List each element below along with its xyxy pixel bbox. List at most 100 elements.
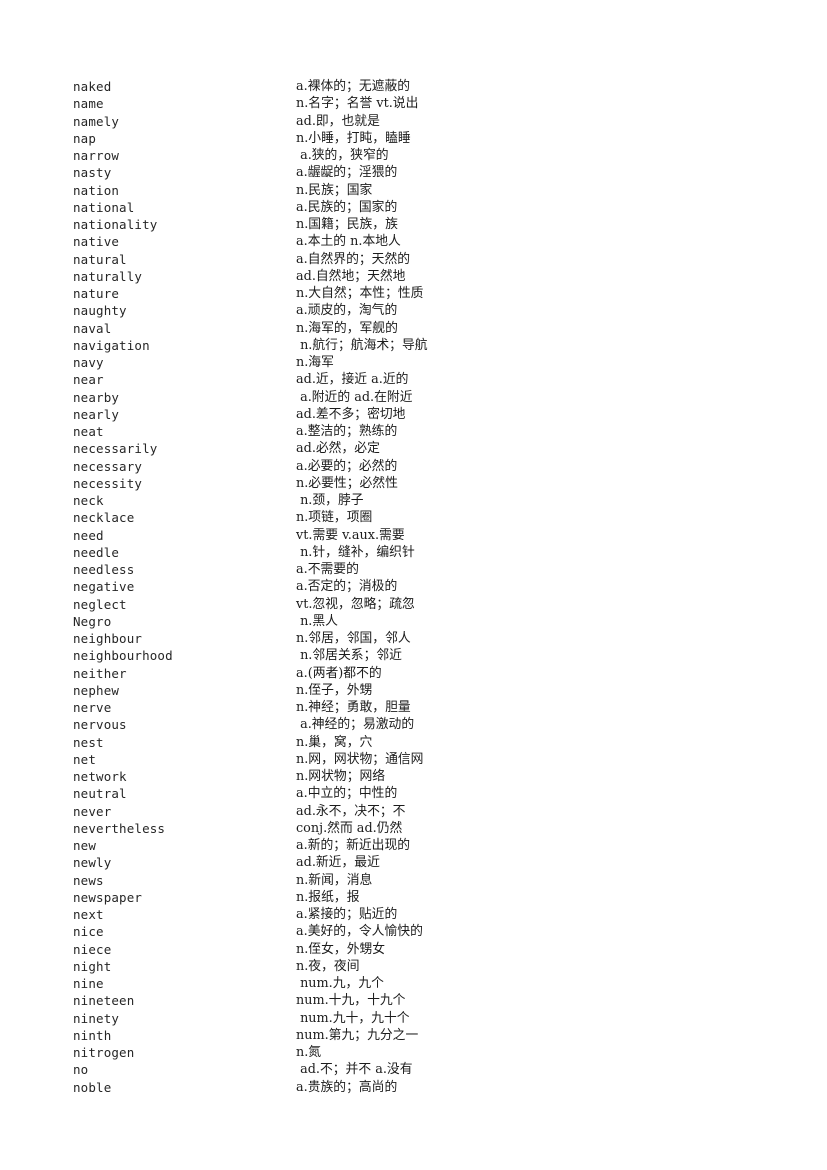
vocabulary-entry-row: nationality n.国籍；民族，族	[0, 216, 827, 233]
vocabulary-entry-row: newspaper n.报纸，报	[0, 889, 827, 906]
entry-word: nationality	[73, 217, 158, 232]
entry-definition: n.氮	[296, 1045, 322, 1060]
entry-word: neutral	[73, 786, 127, 802]
vocabulary-entry-row: navigation n.航行；航海术；导航	[0, 337, 827, 354]
entry-word: navigation	[73, 337, 150, 353]
entry-word: network	[73, 769, 127, 784]
entry-definition: a.龌龊的；淫猥的	[296, 165, 398, 181]
vocabulary-entry-row: near ad.近，接近 a.近的	[0, 371, 827, 388]
entry-definition: a.贵族的；高尚的	[296, 1079, 398, 1095]
entry-word: next	[73, 907, 104, 922]
entry-word: need	[73, 527, 104, 543]
vocabulary-entry-row: needless a.不需要的	[0, 561, 827, 578]
entry-definition: n.侄女，外甥女	[296, 941, 386, 957]
entry-definition: n.网状物；网络	[296, 769, 386, 784]
entry-word: near	[73, 372, 104, 388]
vocabulary-entry-row: naked a.裸体的；无遮蔽的	[0, 78, 827, 95]
entry-definition: n.网，网状物；通信网	[296, 751, 424, 767]
entry-definition: n.航行；航海术；导航	[296, 337, 428, 353]
vocabulary-entry-row: nature n.大自然；本性；性质	[0, 285, 827, 302]
entry-definition: a.中立的；中性的	[296, 786, 398, 802]
vocabulary-entry-row: nearby a.附近的 ad.在附近	[0, 389, 827, 406]
vocabulary-entry-row: Negro n.黑人	[0, 613, 827, 630]
vocabulary-entry-row: niece n.侄女，外甥女	[0, 941, 827, 958]
vocabulary-entry-row: never ad.永不，决不；不	[0, 803, 827, 820]
vocabulary-entry-row: nevertheless conj.然而 ad.仍然	[0, 820, 827, 837]
entry-word: net	[73, 751, 97, 767]
entry-word: nerve	[73, 700, 112, 715]
vocabulary-entry-row: national a.民族的；国家的	[0, 199, 827, 216]
entry-word: nation	[73, 182, 120, 198]
entry-definition: a.紧接的；贴近的	[296, 907, 398, 922]
entry-definition: a.裸体的；无遮蔽的	[296, 79, 411, 94]
vocabulary-entry-row: nervous a.神经的；易激动的	[0, 716, 827, 733]
entry-word: newly	[73, 855, 112, 871]
entry-word: ninth	[73, 1027, 112, 1043]
vocabulary-entry-row: namely ad.即，也就是	[0, 113, 827, 130]
vocabulary-entry-row: night n.夜，夜间	[0, 958, 827, 975]
vocabulary-entry-row: necklace n.项链，项圈	[0, 509, 827, 526]
entry-definition: a.民族的；国家的	[296, 199, 398, 215]
vocabulary-entry-row: nineteen num.十九，十九个	[0, 992, 827, 1009]
vocabulary-entry-row: neutral a.中立的；中性的	[0, 785, 827, 802]
entry-word: naturally	[73, 268, 143, 284]
entry-word: neighbour	[73, 631, 143, 646]
entry-word: news	[73, 872, 104, 888]
vocabulary-entry-row: necessity n.必要性；必然性	[0, 475, 827, 492]
entry-definition: a.狭的，狭窄的	[296, 148, 389, 163]
entry-word: naked	[73, 79, 112, 94]
entry-definition: a.必要的；必然的	[296, 458, 398, 474]
entry-word: name	[73, 96, 104, 112]
entry-definition: a.不需要的	[296, 562, 359, 577]
entry-word: Negro	[73, 613, 112, 629]
entry-word: nature	[73, 286, 120, 301]
entry-definition: n.神经；勇敢，胆量	[296, 700, 411, 715]
entry-word: national	[73, 199, 135, 215]
entry-word: needle	[73, 544, 120, 560]
vocabulary-entry-row: need vt.需要 v.aux.需要	[0, 527, 827, 544]
vocabulary-entry-row: nap n.小睡，打盹，瞌睡	[0, 130, 827, 147]
entry-definition: n.颈，脖子	[296, 493, 364, 508]
entry-definition: conj.然而 ad.仍然	[296, 820, 403, 836]
entry-word: nap	[73, 130, 97, 146]
entry-definition: a.神经的；易激动的	[296, 717, 415, 733]
entry-word: neat	[73, 424, 104, 439]
entry-word: ninety	[73, 1010, 120, 1026]
entry-word: native	[73, 234, 120, 250]
entry-definition: n.海军的，军舰的	[296, 320, 398, 336]
entry-definition: n.新闻，消息	[296, 872, 373, 888]
entry-definition: n.大自然；本性；性质	[296, 286, 424, 301]
entry-word: needless	[73, 562, 135, 577]
vocabulary-entry-row: nine num.九，九个	[0, 975, 827, 992]
entry-definition: a.(两者)都不的	[296, 665, 382, 681]
entry-word: new	[73, 838, 97, 853]
vocabulary-entry-row: native a.本土的 n.本地人	[0, 233, 827, 250]
entry-word: namely	[73, 113, 120, 129]
vocabulary-entry-row: neighbour n.邻居，邻国，邻人	[0, 630, 827, 647]
entry-definition: ad.近，接近 a.近的	[296, 372, 409, 388]
entry-definition: n.报纸，报	[296, 889, 360, 905]
entry-definition: n.必要性；必然性	[296, 475, 398, 491]
vocabulary-entry-row: next a.紧接的；贴近的	[0, 906, 827, 923]
entry-definition: a.顽皮的，淘气的	[296, 303, 398, 319]
vocabulary-entry-row: naturally ad.自然地；天然地	[0, 268, 827, 285]
entry-word: nitrogen	[73, 1045, 135, 1060]
entry-definition: n.邻居关系；邻近	[296, 648, 402, 664]
entry-word: necklace	[73, 510, 135, 526]
entry-word: naughty	[73, 303, 127, 319]
vocabulary-entry-row: network n.网状物；网络	[0, 768, 827, 785]
entry-word: night	[73, 958, 112, 974]
vocabulary-entry-row: noble a.贵族的；高尚的	[0, 1079, 827, 1096]
entry-word: nervous	[73, 717, 127, 733]
vocabulary-entry-row: nephew n.侄子，外甥	[0, 682, 827, 699]
entry-definition: vt.需要 v.aux.需要	[296, 527, 405, 543]
vocabulary-entry-row: naval n.海军的，军舰的	[0, 320, 827, 337]
entry-definition: n.侄子，外甥	[296, 682, 373, 698]
entry-definition: n.邻居，邻国，邻人	[296, 631, 411, 646]
entry-definition: num.第九；九分之一	[296, 1027, 419, 1043]
entry-definition: vt.忽视，忽略；疏忽	[296, 596, 415, 612]
entry-definition: num.九，九个	[296, 976, 384, 991]
vocabulary-entry-row: nice a.美好的，令人愉快的	[0, 923, 827, 940]
vocabulary-entry-row: navy n.海军	[0, 354, 827, 371]
entry-definition: n.民族；国家	[296, 182, 373, 198]
